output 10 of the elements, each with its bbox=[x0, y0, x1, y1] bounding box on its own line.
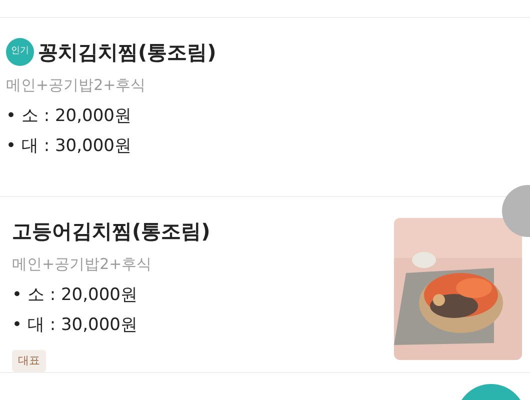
price-line: • 대 : 30,000원 bbox=[12, 314, 138, 336]
price-line: • 대 : 30,000원 bbox=[6, 134, 132, 156]
price-line: • 소 : 20,000원 bbox=[12, 284, 138, 306]
signature-tag: 대표 bbox=[12, 350, 46, 372]
menu-item-name: 꽁치김치찜(통조림) bbox=[38, 39, 216, 66]
menu-item-description: 메인+공기밥2+후식 bbox=[6, 75, 147, 96]
price-line: • 소 : 20,000원 bbox=[6, 104, 132, 126]
popular-badge: 인기 bbox=[6, 38, 34, 66]
menu-item-description: 메인+공기밥2+후식 bbox=[12, 254, 153, 275]
menu-item-name: 고등어김치찜(통조림) bbox=[12, 218, 210, 245]
